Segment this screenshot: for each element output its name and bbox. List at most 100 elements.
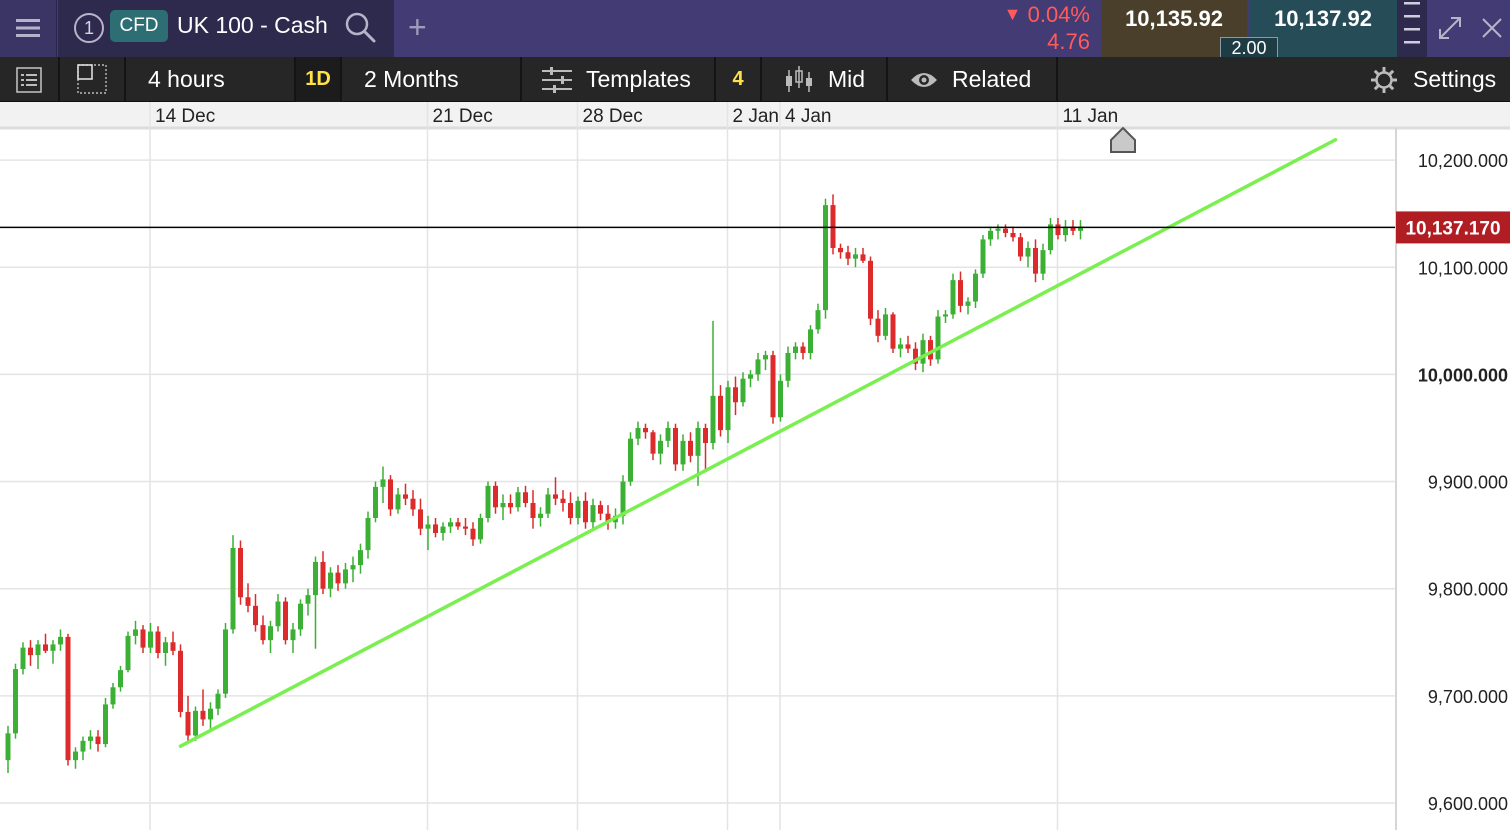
candle-body	[515, 492, 521, 508]
layout-button[interactable]	[60, 57, 124, 102]
candle-body	[253, 605, 258, 626]
candle-body	[20, 647, 26, 670]
candle-body	[388, 479, 393, 510]
candle-body	[763, 355, 768, 360]
candle-body	[230, 547, 236, 630]
layout-grid-icon	[77, 64, 107, 94]
settings-button[interactable]: Settings	[1368, 57, 1510, 102]
price-chart[interactable]: 14 Dec 21 Dec 28 Dec 2 Jan 4 Jan 11 Jan 9,600.…	[0, 102, 1510, 830]
candle-body	[290, 629, 296, 641]
candle-body	[335, 572, 341, 584]
candle-body	[343, 569, 348, 584]
candle-body	[283, 601, 288, 641]
candle-body	[73, 751, 78, 761]
candle-body	[1010, 232, 1016, 238]
scroll-home-icon[interactable]	[1110, 126, 1136, 153]
candle-body	[463, 526, 468, 529]
candle-body	[815, 310, 821, 330]
candle-body	[298, 603, 303, 630]
candle-body	[718, 395, 723, 431]
candle-body	[793, 346, 798, 353]
candle-body	[43, 644, 48, 651]
candle-body	[238, 547, 243, 598]
candle-body	[530, 502, 536, 518]
candle-body	[898, 344, 903, 349]
related-button[interactable]: Related	[888, 57, 1056, 102]
candle-body	[425, 524, 431, 529]
candle-body	[830, 205, 836, 248]
candle-body	[725, 387, 731, 431]
list-icon	[16, 67, 42, 93]
candle-body	[643, 427, 648, 433]
candle-body	[1040, 250, 1046, 274]
candle-body	[95, 736, 101, 745]
candle-body	[493, 485, 498, 508]
search-icon[interactable]	[344, 11, 376, 43]
candle-body	[695, 427, 701, 456]
quick-period-button[interactable]: 1D	[296, 57, 340, 102]
price-type-button[interactable]: Mid	[762, 57, 886, 102]
candle-body	[553, 494, 558, 499]
y-tick-label: 10,000.000	[1418, 365, 1508, 385]
candle-body	[455, 522, 461, 527]
candle-body	[275, 601, 281, 627]
templates-button[interactable]: Templates	[522, 57, 714, 102]
y-tick-label: 9,600.000	[1428, 794, 1508, 814]
candle-body	[88, 736, 93, 741]
candle-body	[118, 670, 123, 688]
period-selector[interactable]: 2 Months	[364, 57, 459, 102]
x-tick-label: 14 Dec	[155, 106, 215, 127]
candle-body	[50, 644, 56, 651]
candle-body	[890, 314, 896, 349]
down-arrow-icon: ▼	[1003, 4, 1022, 24]
candle-body	[845, 252, 851, 259]
close-icon[interactable]	[1480, 16, 1504, 40]
candle-body	[1018, 237, 1023, 257]
candle-body	[35, 644, 41, 656]
candle-body	[680, 440, 686, 465]
candle-body	[148, 631, 153, 648]
candle-body	[973, 273, 978, 302]
candle-body	[628, 438, 633, 482]
templates-count[interactable]: 4	[716, 57, 760, 102]
add-tab-button[interactable]: +	[408, 7, 427, 47]
candle-body	[853, 254, 858, 259]
candle-body	[590, 505, 596, 523]
candle-body	[478, 517, 483, 540]
menu-button[interactable]	[0, 0, 57, 57]
price-chart-svg[interactable]: 14 Dec 21 Dec 28 Dec 2 Jan 4 Jan 11 Jan 9,600.…	[0, 102, 1510, 830]
candle-body	[635, 427, 641, 439]
interval-selector[interactable]: 4 hours	[148, 57, 225, 102]
list-view-button[interactable]	[0, 57, 58, 102]
candle-body	[110, 687, 116, 705]
candle-body	[1003, 228, 1008, 233]
candle-body	[823, 205, 828, 311]
candle-body	[598, 505, 603, 514]
candle-body	[65, 636, 71, 761]
candle-body	[155, 631, 161, 653]
candle-body	[193, 710, 198, 736]
candlestick-icon	[786, 66, 812, 92]
change-percent-value: 0.04%	[1027, 2, 1090, 27]
candle-body	[260, 625, 266, 641]
candle-body	[328, 572, 333, 589]
candle-body	[568, 502, 573, 518]
change-percent: ▼ 0.04%	[1004, 2, 1090, 28]
candle-body	[838, 247, 843, 253]
candle-body	[58, 636, 63, 645]
expand-icon[interactable]	[1436, 14, 1464, 42]
candle-body	[358, 550, 363, 566]
candle-body	[1048, 224, 1053, 251]
candle-body	[523, 492, 528, 503]
candle-body	[223, 629, 228, 694]
candle-body	[125, 635, 131, 671]
candle-body	[185, 711, 191, 736]
candle-body	[365, 517, 371, 551]
candle-body	[905, 344, 911, 349]
candle-body	[215, 693, 221, 709]
candle-body	[965, 301, 971, 306]
drag-handle[interactable]	[1397, 0, 1427, 57]
candle-body	[883, 314, 888, 336]
candle-body	[170, 642, 176, 651]
instrument-tab[interactable]: 1 CFD UK 100 - Cash	[58, 0, 394, 57]
